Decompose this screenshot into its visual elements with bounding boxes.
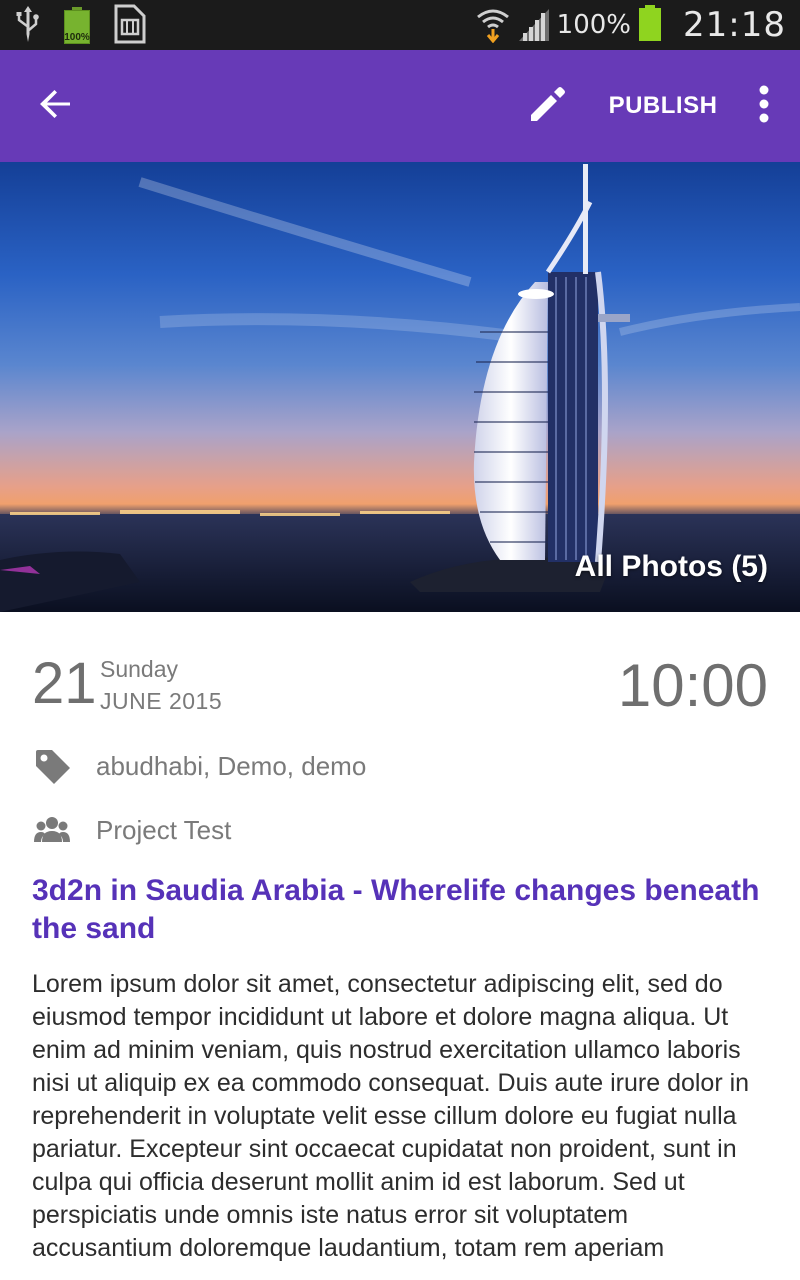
entry-time: 10:00 — [617, 652, 768, 719]
status-bar-right: 100% 21:18 — [475, 0, 786, 50]
signal-icon — [517, 3, 551, 48]
hero-illustration — [0, 164, 800, 612]
tags-row[interactable]: abudhabi, Demo, demo — [32, 744, 768, 788]
battery-percent: 100% — [556, 10, 632, 40]
status-bar: 100% 100% 21:18 — [0, 0, 800, 50]
entry-body: Lorem ipsum dolor sit amet, consectetur … — [32, 970, 750, 1262]
back-button[interactable] — [30, 80, 82, 132]
more-vert-icon — [758, 84, 770, 129]
overflow-menu-button[interactable] — [742, 76, 786, 136]
sim-icon — [112, 4, 146, 49]
all-photos-link[interactable]: All Photos (5) — [575, 550, 768, 584]
hero-photo[interactable]: All Photos (5) — [0, 162, 800, 612]
date-month-year: JUNE 2015 — [100, 688, 223, 714]
date-day: 21 — [32, 651, 97, 716]
date-time-row: 21 Sunday JUNE 2015 10:00 — [32, 650, 768, 730]
entry-title: 3d2n in Saudia Arabia - Wherelife change… — [32, 874, 760, 945]
status-bar-left: 100% — [14, 4, 146, 49]
date-weekday: Sunday — [100, 656, 179, 682]
wifi-icon — [475, 3, 511, 48]
tag-icon — [32, 744, 80, 788]
publish-button[interactable]: PUBLISH — [604, 80, 722, 132]
battery-icon: 100% — [60, 6, 94, 46]
usb-icon — [14, 4, 42, 49]
status-clock: 21:18 — [683, 5, 786, 45]
project-text: Project Test — [96, 814, 232, 845]
tags-text: abudhabi, Demo, demo — [96, 750, 367, 781]
project-row[interactable]: Project Test — [32, 808, 768, 852]
battery-icon — [637, 3, 663, 48]
app-bar: PUBLISH — [0, 50, 800, 162]
edit-button[interactable] — [522, 80, 574, 132]
edit-pencil-icon — [527, 83, 569, 130]
battery-left-label: 100% — [64, 32, 90, 43]
group-icon — [32, 808, 80, 852]
back-arrow-icon — [36, 84, 76, 129]
